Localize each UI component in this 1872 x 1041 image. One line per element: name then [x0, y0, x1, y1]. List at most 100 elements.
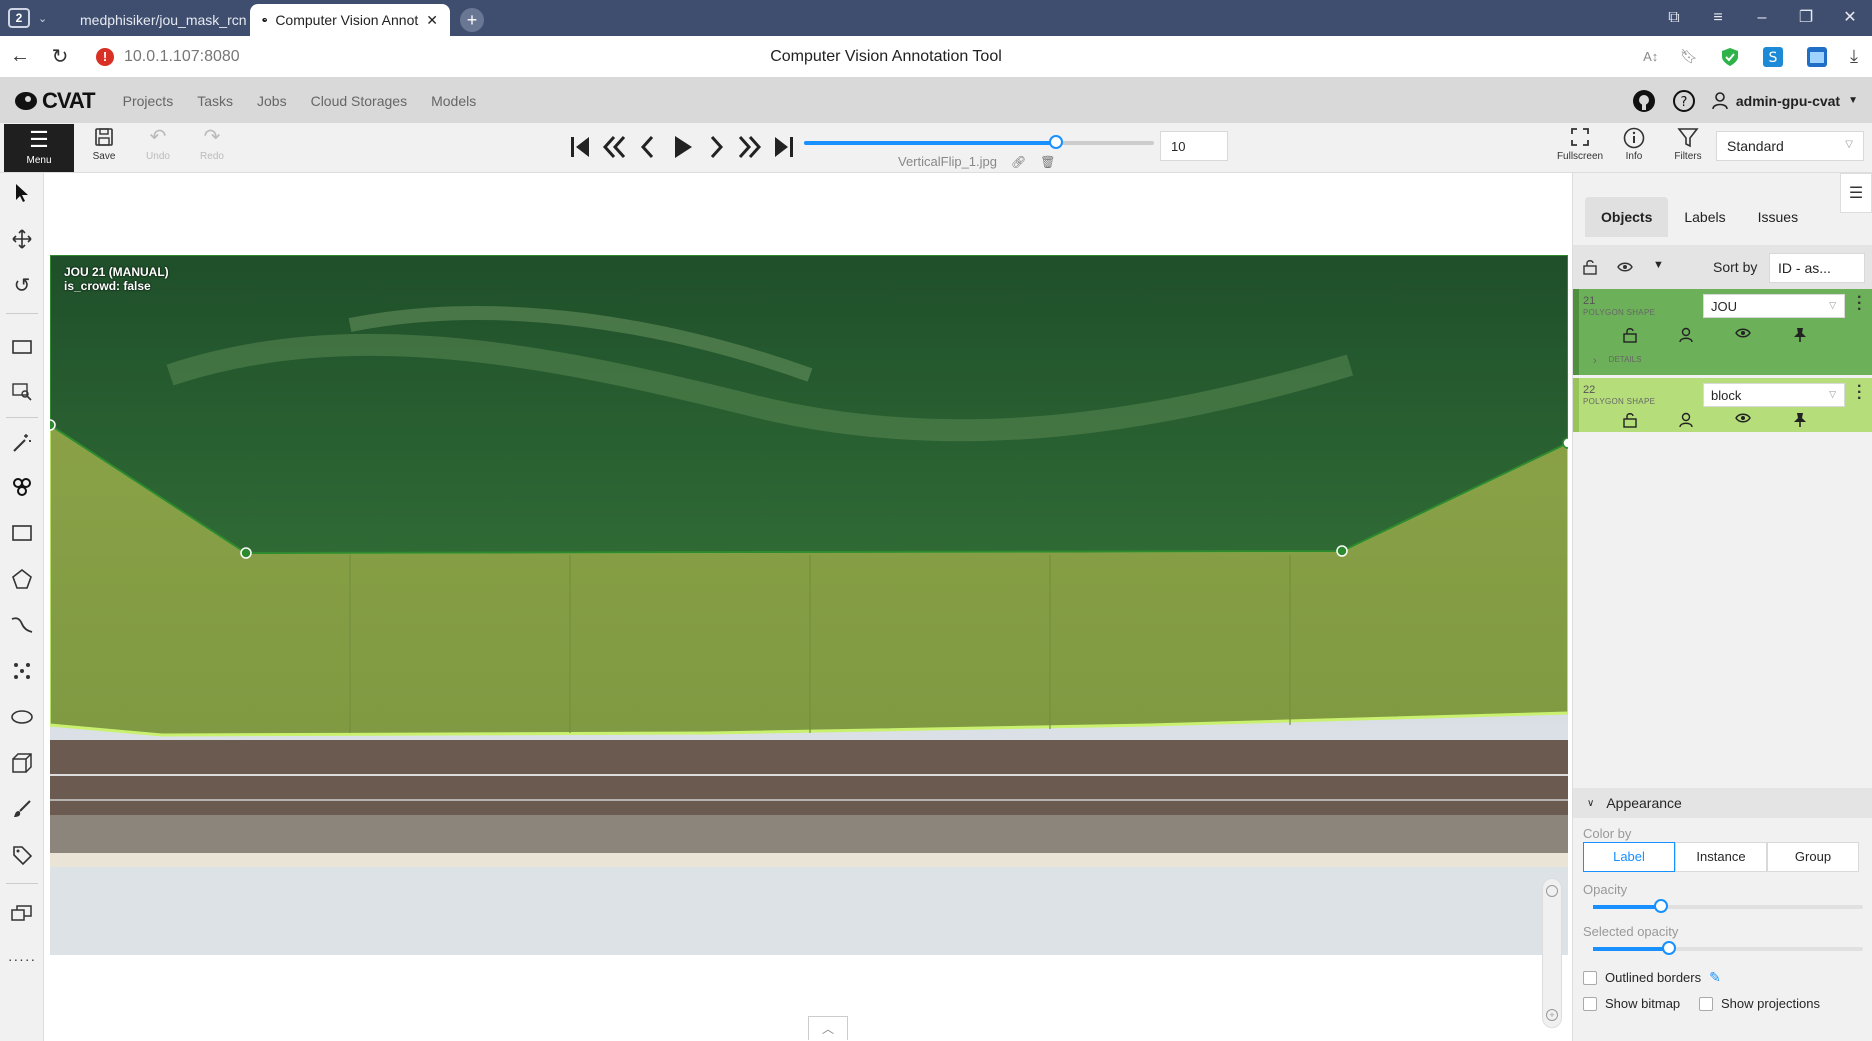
checkbox-box[interactable]	[1699, 996, 1713, 1011]
cursor-tool[interactable]	[0, 175, 44, 211]
more-tools[interactable]: ·····	[0, 941, 44, 977]
frame-slider[interactable]	[804, 135, 1154, 149]
reload-icon[interactable]: ↻	[40, 44, 80, 69]
draw-cuboid-tool[interactable]	[0, 745, 44, 781]
collections-icon[interactable]: ⧉	[1652, 0, 1696, 36]
move-tool[interactable]	[0, 221, 44, 257]
collapse-all-icon[interactable]: ▼	[1653, 259, 1664, 271]
zoom-plus-icon[interactable]: +	[1546, 1009, 1558, 1021]
object-item-22[interactable]: 22 POLYGON SHAPE block ▽ · · ·	[1573, 378, 1872, 432]
pin-icon[interactable]	[1793, 327, 1807, 343]
extension-window-icon[interactable]	[1806, 46, 1828, 68]
filters-button[interactable]: Filters	[1668, 127, 1708, 162]
fit-image-tool[interactable]	[0, 329, 44, 365]
play-icon[interactable]	[668, 133, 696, 161]
lock-icon[interactable]	[1623, 327, 1637, 343]
show-bitmap-checkbox[interactable]: Show bitmap	[1583, 996, 1680, 1011]
lock-all-icon[interactable]	[1583, 259, 1597, 275]
menu-icon[interactable]: ≡	[1696, 0, 1740, 36]
color-by-group-option[interactable]: Group	[1767, 842, 1859, 872]
sort-select[interactable]: ID - as...	[1769, 253, 1865, 283]
translate-icon[interactable]: A↕	[1643, 49, 1658, 64]
object-details-toggle[interactable]: › DETAILS	[1593, 355, 1641, 367]
warning-icon[interactable]: !	[96, 47, 114, 66]
color-by-label-option[interactable]: Label	[1583, 842, 1675, 872]
nav-tasks[interactable]: Tasks	[185, 93, 245, 109]
occluded-icon[interactable]	[1679, 327, 1693, 343]
back-icon[interactable]: ←	[0, 45, 40, 68]
menu-button[interactable]: ☰ Menu	[4, 124, 74, 172]
object-item-21[interactable]: 21 POLYGON SHAPE JOU ▽ · · · › DETAILS	[1573, 289, 1872, 375]
fast-forward-icon[interactable]	[736, 133, 764, 161]
openvino-tool[interactable]	[0, 469, 44, 505]
nav-projects[interactable]: Projects	[111, 93, 186, 109]
opacity-slider-handle[interactable]	[1654, 899, 1668, 913]
collapse-sidebar-button[interactable]: ☰	[1840, 173, 1872, 213]
merge-tool[interactable]	[0, 895, 44, 931]
tag-tool[interactable]	[0, 837, 44, 873]
minimize-icon[interactable]: –	[1740, 0, 1784, 36]
checkbox-box[interactable]	[1583, 970, 1597, 985]
lock-icon[interactable]	[1623, 412, 1637, 428]
color-picker-icon[interactable]: ✎	[1709, 969, 1721, 986]
draw-points-tool[interactable]	[0, 653, 44, 689]
shield-icon[interactable]	[1720, 47, 1740, 67]
outlined-borders-checkbox[interactable]: Outlined borders ✎	[1583, 969, 1721, 986]
github-icon[interactable]	[1632, 89, 1656, 113]
new-tab-button[interactable]: +	[460, 8, 484, 32]
tab-issues[interactable]: Issues	[1742, 197, 1814, 237]
info-button[interactable]: Info	[1614, 127, 1654, 162]
nav-jobs[interactable]: Jobs	[245, 93, 299, 109]
nav-cloud-storages[interactable]: Cloud Storages	[299, 93, 420, 109]
frame-slider-handle[interactable]	[1049, 135, 1063, 149]
browser-tab-cvat[interactable]: Computer Vision Annot ✕	[250, 4, 450, 36]
previous-frame-icon[interactable]	[634, 133, 662, 161]
object-menu-icon[interactable]: · · ·	[1857, 290, 1862, 318]
zoom-handle-icon[interactable]	[1546, 885, 1558, 897]
undo-button[interactable]: ↶ Undo	[138, 127, 178, 162]
nav-models[interactable]: Models	[419, 93, 488, 109]
close-icon[interactable]: ✕	[426, 12, 438, 29]
visibility-icon[interactable]	[1735, 412, 1751, 424]
draw-polygon-tool[interactable]	[0, 561, 44, 597]
close-window-icon[interactable]: ✕	[1828, 0, 1872, 36]
magic-wand-tool[interactable]	[0, 425, 44, 461]
browser-tab-github[interactable]: medphisiker/jou_mask_rcn	[60, 4, 250, 36]
first-frame-icon[interactable]	[566, 133, 594, 161]
delete-icon[interactable]: 🗑︎	[1040, 155, 1055, 169]
workspace-select[interactable]: Standard ▽	[1716, 131, 1864, 161]
user-menu[interactable]: admin-gpu-cvat ▼	[1712, 91, 1858, 110]
frame-image[interactable]: JOU 21 (MANUAL) is_crowd: false	[50, 255, 1568, 955]
next-frame-icon[interactable]	[702, 133, 730, 161]
redo-button[interactable]: ↷ Redo	[192, 127, 232, 162]
tab-count-badge[interactable]: 2	[8, 8, 30, 28]
zoom-slider[interactable]: +	[1542, 878, 1562, 1028]
selected-opacity-slider[interactable]	[1593, 941, 1863, 955]
extension-s-icon[interactable]: S	[1762, 46, 1784, 68]
help-icon[interactable]: ?	[1672, 89, 1696, 113]
tab-objects[interactable]: Objects	[1585, 197, 1669, 237]
url-field[interactable]: 10.0.1.107:8080	[124, 48, 240, 66]
fast-backward-icon[interactable]	[600, 133, 628, 161]
appearance-header[interactable]: ∨ Appearance	[1573, 788, 1872, 818]
last-frame-icon[interactable]	[770, 133, 798, 161]
show-projections-checkbox[interactable]: Show projections	[1699, 996, 1820, 1011]
restore-icon[interactable]: ❐	[1784, 0, 1828, 36]
draw-ellipse-tool[interactable]	[0, 699, 44, 735]
bookmark-icon[interactable]: 🔖︎	[1680, 48, 1698, 65]
rotate-tool[interactable]: ↺	[0, 267, 44, 303]
chevron-down-icon[interactable]: ⌄	[38, 12, 47, 25]
checkbox-box[interactable]	[1583, 996, 1597, 1011]
opacity-slider[interactable]	[1593, 899, 1863, 913]
cvat-logo[interactable]: CVAT	[14, 88, 96, 114]
draw-polyline-tool[interactable]	[0, 607, 44, 643]
color-by-instance-option[interactable]: Instance	[1675, 842, 1767, 872]
fullscreen-button[interactable]: Fullscreen	[1557, 127, 1603, 162]
link-icon[interactable]: 🔗︎	[1011, 155, 1026, 169]
object-label-select[interactable]: JOU ▽	[1703, 294, 1845, 318]
draw-rectangle-tool[interactable]	[0, 515, 44, 551]
frame-number-input[interactable]: 10	[1160, 131, 1228, 161]
pin-icon[interactable]	[1793, 412, 1807, 428]
eye-icon[interactable]	[1617, 261, 1633, 273]
expand-bottom-panel[interactable]: ︿	[808, 1016, 848, 1040]
